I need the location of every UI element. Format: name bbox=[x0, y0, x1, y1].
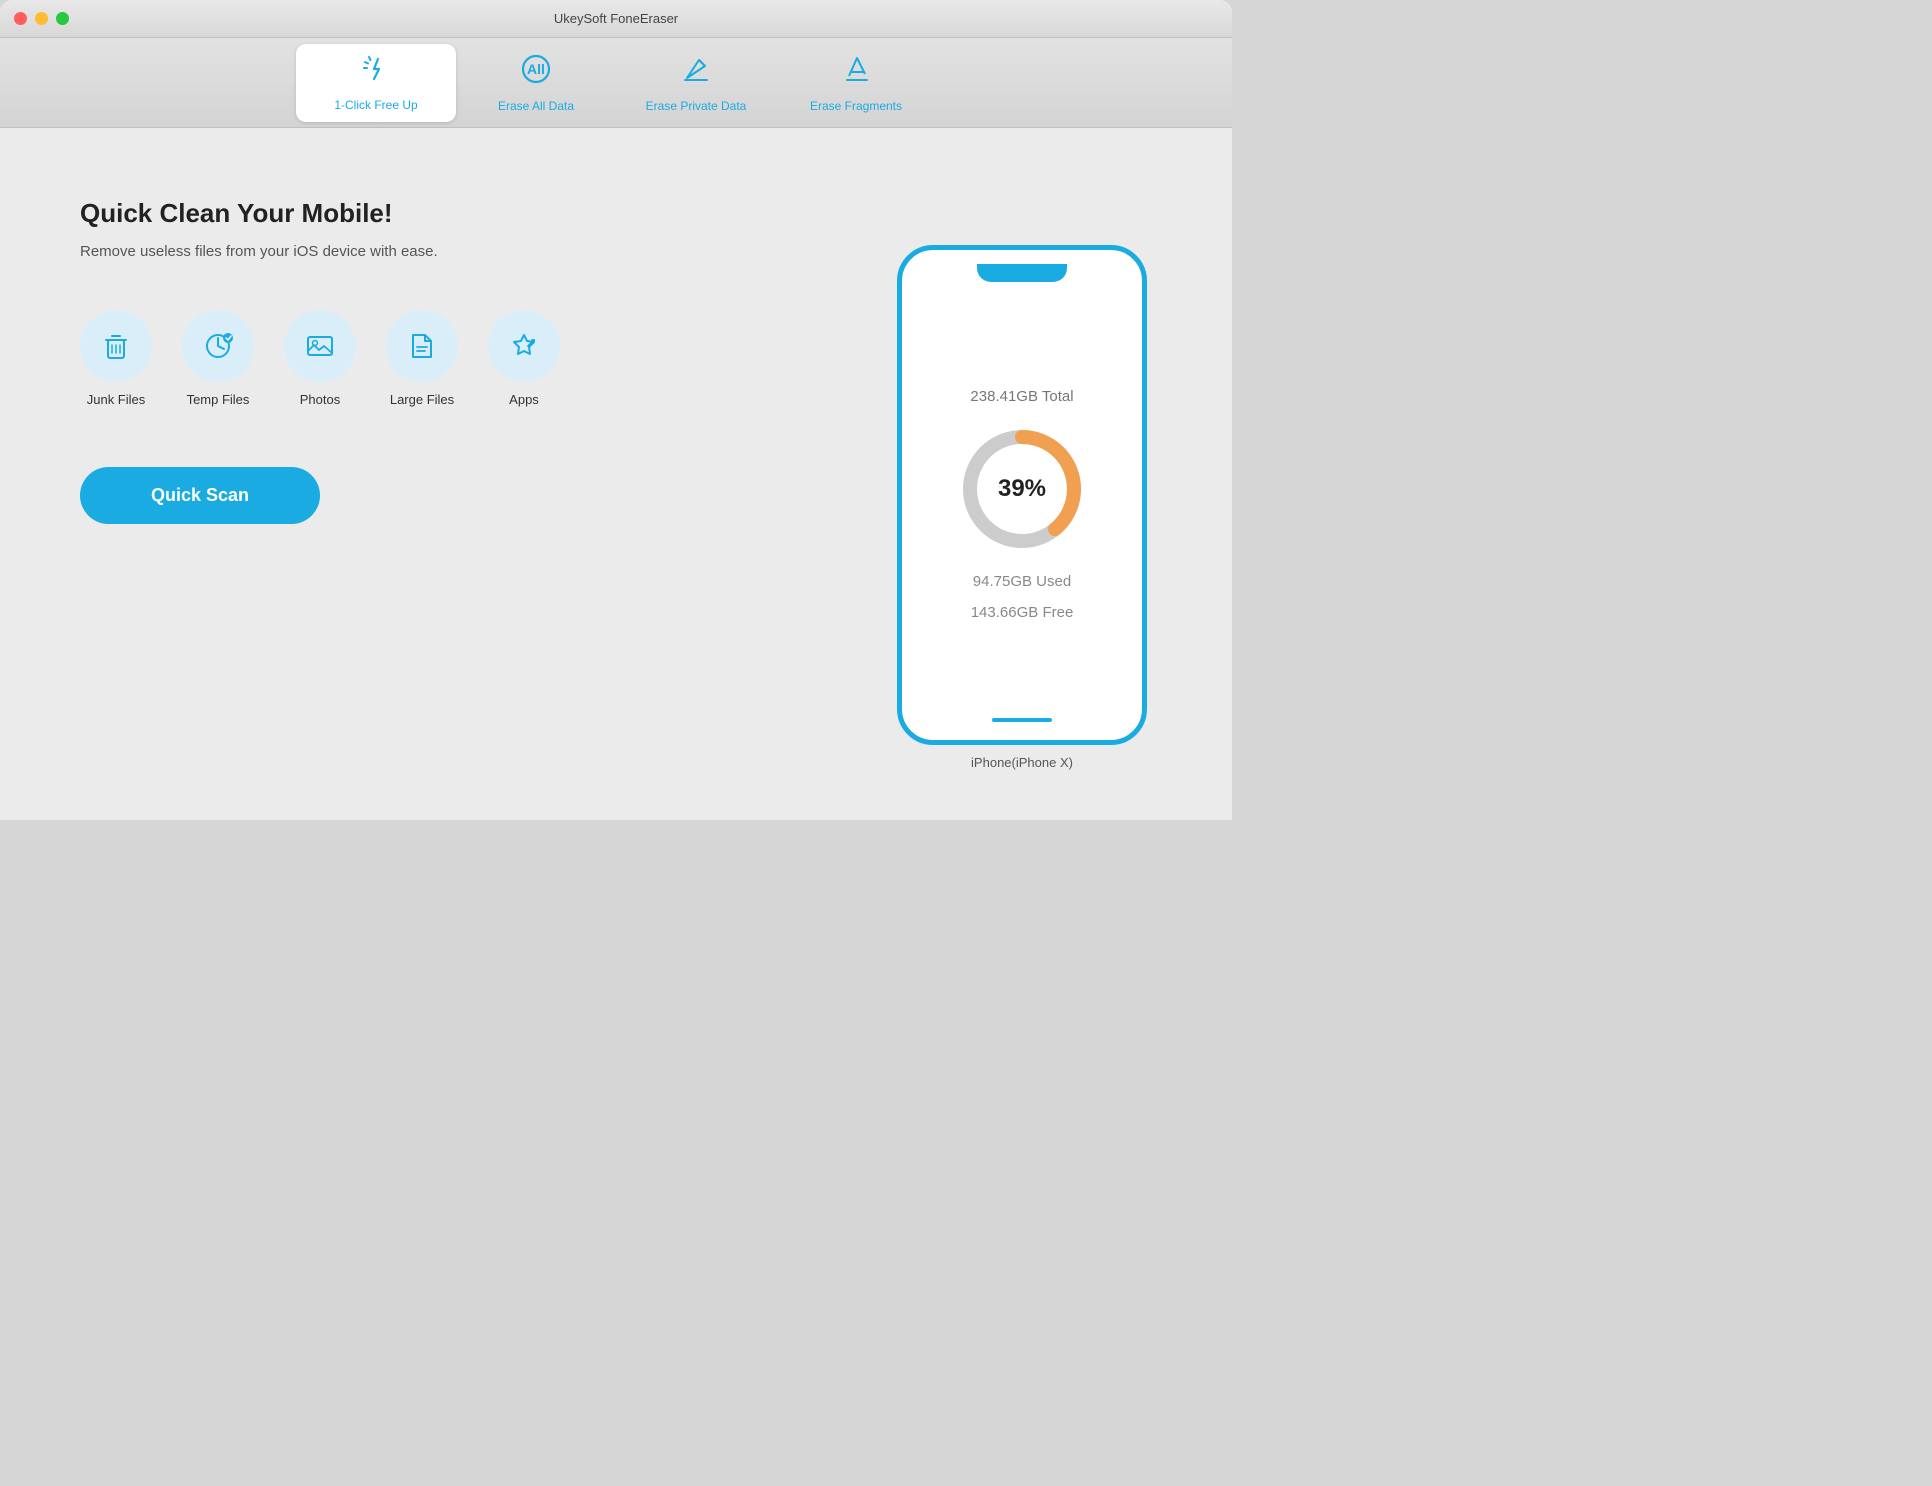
junk-files-icon-circle bbox=[80, 310, 152, 382]
photos-icon-circle bbox=[284, 310, 356, 382]
close-button[interactable] bbox=[14, 12, 27, 25]
phone-notch bbox=[977, 264, 1067, 282]
storage-total: 238.41GB Total bbox=[970, 388, 1073, 405]
apps-label: Apps bbox=[509, 392, 539, 407]
quick-scan-button[interactable]: Quick Scan bbox=[80, 467, 320, 524]
left-section: Quick Clean Your Mobile! Remove useless … bbox=[80, 178, 832, 770]
tab-erase-fragments[interactable]: Erase Fragments bbox=[776, 44, 936, 122]
one-click-icon bbox=[360, 53, 392, 92]
category-junk-files[interactable]: Junk Files bbox=[80, 310, 152, 407]
large-files-label: Large Files bbox=[390, 392, 454, 407]
phone-frame: 238.41GB Total 39% 94.75GB bbox=[897, 245, 1147, 745]
category-large-files[interactable]: Large Files bbox=[386, 310, 458, 407]
phone-content: 238.41GB Total 39% 94.75GB bbox=[916, 294, 1128, 714]
category-photos[interactable]: Photos bbox=[284, 310, 356, 407]
storage-free: 143.66GB Free bbox=[971, 604, 1074, 621]
phone-mockup: 238.41GB Total 39% 94.75GB bbox=[897, 245, 1147, 770]
tab-erase-fragments-label: Erase Fragments bbox=[810, 99, 902, 113]
maximize-button[interactable] bbox=[56, 12, 69, 25]
large-files-icon-circle bbox=[386, 310, 458, 382]
storage-used: 94.75GB Used bbox=[973, 573, 1071, 590]
category-icons-row: Junk Files Temp Files bbox=[80, 310, 832, 407]
window-controls bbox=[14, 12, 69, 25]
usage-percent: 39% bbox=[998, 475, 1046, 503]
right-section: 238.41GB Total 39% 94.75GB bbox=[872, 178, 1172, 770]
apps-icon-circle bbox=[488, 310, 560, 382]
tab-one-click-free-up[interactable]: 1-Click Free Up bbox=[296, 44, 456, 122]
tab-erase-all-data[interactable]: All Erase All Data bbox=[456, 44, 616, 122]
subtext: Remove useless files from your iOS devic… bbox=[80, 243, 832, 260]
tab-erase-private-label: Erase Private Data bbox=[646, 99, 747, 113]
tab-erase-all-label: Erase All Data bbox=[498, 99, 574, 113]
headline: Quick Clean Your Mobile! bbox=[80, 198, 832, 229]
category-temp-files[interactable]: Temp Files bbox=[182, 310, 254, 407]
photos-label: Photos bbox=[300, 392, 340, 407]
phone-home-bar bbox=[992, 718, 1052, 722]
junk-files-label: Junk Files bbox=[87, 392, 146, 407]
storage-donut-chart: 39% bbox=[952, 419, 1092, 559]
erase-all-icon: All bbox=[519, 52, 553, 93]
tab-bar: 1-Click Free Up All Erase All Data Erase… bbox=[0, 38, 1232, 128]
main-content: Quick Clean Your Mobile! Remove useless … bbox=[0, 128, 1232, 820]
temp-files-label: Temp Files bbox=[187, 392, 250, 407]
temp-files-icon-circle bbox=[182, 310, 254, 382]
tab-erase-private-data[interactable]: Erase Private Data bbox=[616, 44, 776, 122]
device-label: iPhone(iPhone X) bbox=[971, 755, 1073, 770]
minimize-button[interactable] bbox=[35, 12, 48, 25]
title-bar: UkeySoft FoneEraser bbox=[0, 0, 1232, 38]
erase-private-icon bbox=[679, 52, 713, 93]
category-apps[interactable]: Apps bbox=[488, 310, 560, 407]
tab-one-click-label: 1-Click Free Up bbox=[334, 98, 417, 112]
app-title: UkeySoft FoneEraser bbox=[554, 11, 678, 26]
svg-text:All: All bbox=[527, 61, 545, 77]
erase-fragments-icon bbox=[839, 52, 873, 93]
